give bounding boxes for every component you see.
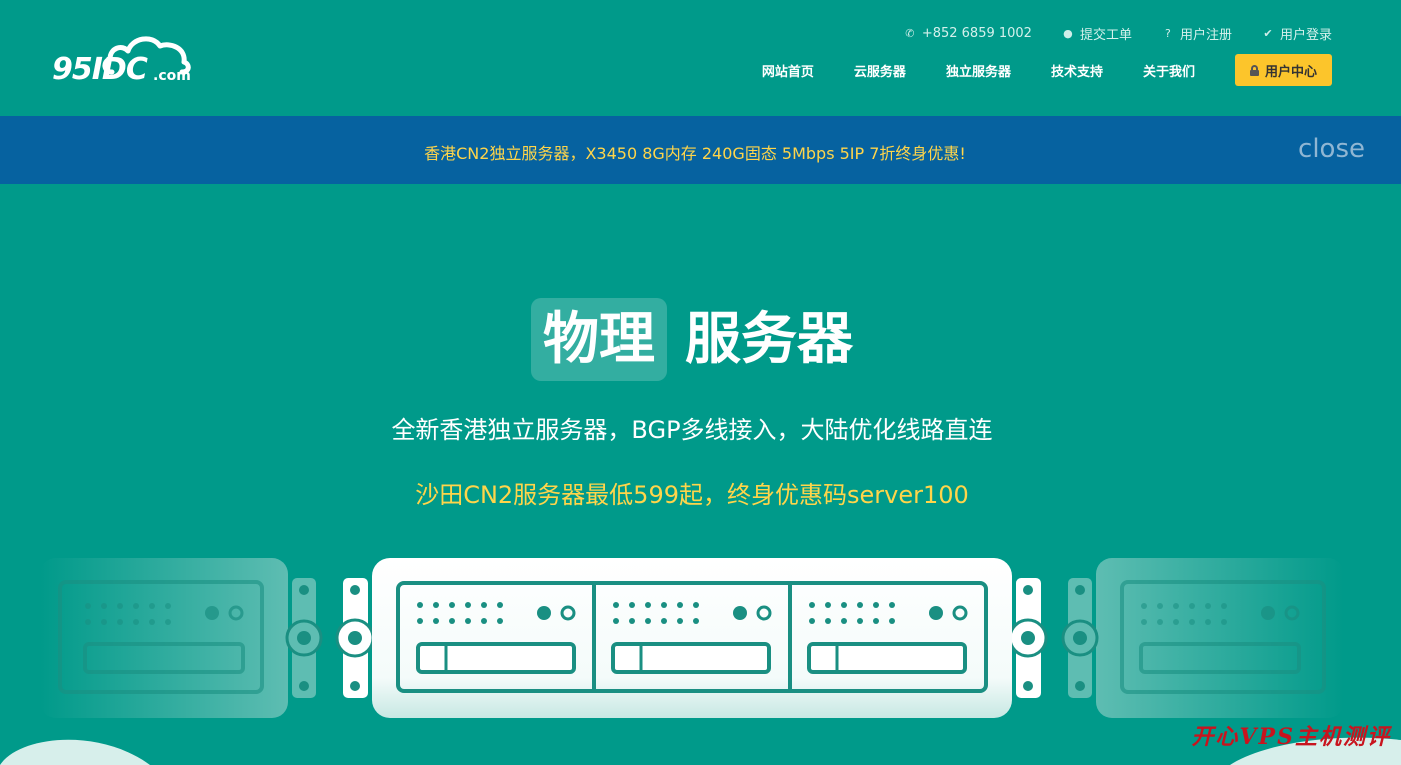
watermark: 开心VPS主机测评	[1191, 724, 1391, 750]
top-link-register[interactable]: ? 用户注册	[1162, 24, 1232, 43]
main-server	[372, 558, 1012, 718]
hero-promo: 沙田CN2服务器最低599起，终身优惠码server100	[415, 481, 969, 509]
register-label: 用户注册	[1179, 28, 1232, 43]
site-header: 95IDC .com ✆ +852 6859 1002 ● 提交工单 ? 用户注…	[0, 0, 1401, 116]
lock-icon	[1249, 65, 1259, 76]
promo-banner: 香港CN2独立服务器，X3450 8G内存 240G固态 5Mbps 5IP 7…	[0, 116, 1401, 184]
hero-title-rest: 服务器	[685, 307, 853, 372]
hero-title: 物理 服务器	[0, 298, 1384, 381]
banner-close-button[interactable]: close	[1298, 134, 1365, 164]
nav-dedicated-server[interactable]: 独立服务器	[946, 61, 1011, 80]
ticket-label: 提交工单	[1079, 28, 1132, 43]
phone-icon: ✆	[905, 26, 915, 40]
check-icon: ✔	[1263, 26, 1273, 40]
phone-number: +852 6859 1002	[921, 26, 1032, 41]
user-center-button[interactable]: 用户中心	[1234, 54, 1332, 86]
hero-title-highlight: 物理	[531, 298, 667, 381]
nav-home[interactable]: 网站首页	[762, 61, 814, 80]
chat-icon: ●	[1063, 26, 1073, 40]
main-nav: 网站首页 云服务器 独立服务器 技术支持 关于我们 用户中心	[762, 54, 1332, 86]
logo-text: 95IDC	[52, 52, 148, 87]
banner-text[interactable]: 香港CN2独立服务器，X3450 8G内存 240G固态 5Mbps 5IP 7…	[0, 140, 1390, 164]
top-link-login[interactable]: ✔ 用户登录	[1262, 24, 1332, 43]
user-center-label: 用户中心	[1264, 64, 1317, 80]
right-faded-server	[1061, 558, 1344, 718]
login-label: 用户登录	[1279, 28, 1332, 43]
hero-subtitle: 全新香港独立服务器，BGP多线接入，大陆优化线路直连	[391, 416, 993, 444]
site-logo[interactable]: 95IDC .com	[50, 24, 195, 94]
logo-domain: .com	[153, 68, 191, 84]
nav-support[interactable]: 技术支持	[1051, 61, 1103, 80]
top-links: ✆ +852 6859 1002 ● 提交工单 ? 用户注册 ✔ 用户登录	[904, 24, 1332, 43]
question-icon: ?	[1165, 26, 1171, 40]
top-link-ticket[interactable]: ● 提交工单	[1062, 24, 1132, 43]
left-arc-decoration	[0, 739, 150, 765]
top-link-phone[interactable]: ✆ +852 6859 1002	[904, 24, 1032, 43]
nav-about[interactable]: 关于我们	[1143, 61, 1195, 80]
left-faded-server	[40, 558, 323, 718]
nav-cloud-server[interactable]: 云服务器	[854, 61, 906, 80]
